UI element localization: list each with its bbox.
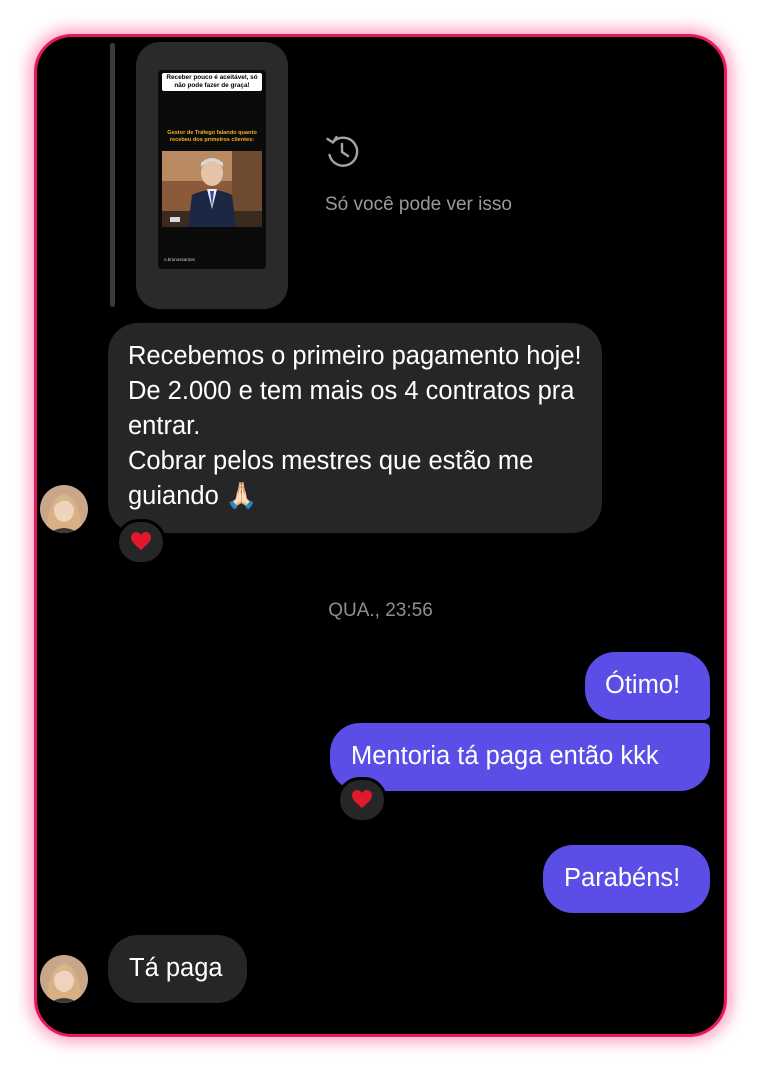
message-reaction[interactable] <box>337 777 387 823</box>
heart-reaction-icon <box>131 532 151 550</box>
chat-window: Receber pouco é aceitável, só não pode f… <box>34 34 727 1037</box>
reply-indicator-bar <box>110 43 115 307</box>
history-clock-icon <box>326 135 359 167</box>
story-handle: o.brunossantos <box>164 257 195 262</box>
message-reaction[interactable] <box>116 519 166 565</box>
story-headline: Receber pouco é aceitável, só não pode f… <box>162 73 262 91</box>
contact-avatar[interactable] <box>40 485 88 533</box>
contact-avatar[interactable] <box>40 955 88 1003</box>
message-timestamp: QUA., 23:56 <box>328 600 433 621</box>
story-privacy-notice: Só você pode ver isso <box>325 194 512 215</box>
message-bubble-outgoing[interactable]: Ótimo! <box>585 652 710 720</box>
story-video-thumbnail <box>162 151 262 227</box>
story-preview: Receber pouco é aceitável, só não pode f… <box>158 70 266 269</box>
heart-reaction-icon <box>352 790 372 808</box>
story-caption: Gestor de Tráfego falando quanto recebeu… <box>167 130 257 143</box>
message-bubble-incoming[interactable]: Tá paga <box>108 935 247 1003</box>
message-bubble-outgoing[interactable]: Parabéns! <box>543 845 710 913</box>
message-bubble-outgoing[interactable]: Mentoria tá paga então kkk <box>330 723 710 791</box>
message-bubble-incoming[interactable]: Recebemos o primeiro pagamento hoje! De … <box>108 323 602 533</box>
story-reply-card[interactable]: Receber pouco é aceitável, só não pode f… <box>136 42 288 309</box>
